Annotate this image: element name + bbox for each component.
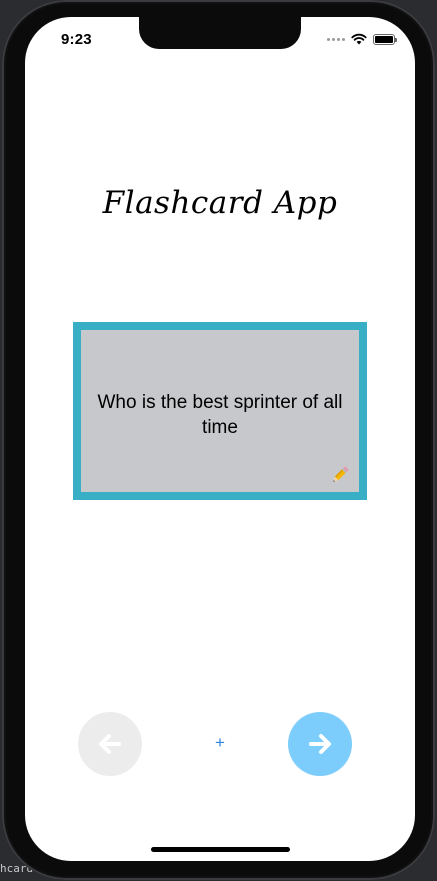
wifi-icon <box>351 33 367 45</box>
home-indicator[interactable] <box>151 847 290 852</box>
flashcard-question: Who is the best sprinter of all time <box>97 392 343 438</box>
previous-card-button[interactable] <box>78 712 142 776</box>
add-card-button[interactable]: + <box>210 731 230 755</box>
device-notch <box>139 17 301 49</box>
status-icons <box>327 33 397 45</box>
simulator-stage: hcard 9:23 Flashcard App Who is the best… <box>0 0 437 881</box>
battery-icon <box>373 33 397 45</box>
cellular-signal-icon <box>327 37 345 41</box>
page-title: Flashcard App <box>102 185 338 221</box>
arrow-right-icon <box>309 734 331 754</box>
flashcard[interactable]: Who is the best sprinter of all time <box>73 322 367 500</box>
app-screen: 9:23 Flashcard App Who is the best sprin… <box>25 17 415 861</box>
phone-frame: 9:23 Flashcard App Who is the best sprin… <box>2 0 435 880</box>
pencil-icon[interactable] <box>329 464 351 486</box>
status-time: 9:23 <box>61 31 92 48</box>
arrow-left-icon <box>99 734 121 754</box>
next-card-button[interactable] <box>288 712 352 776</box>
